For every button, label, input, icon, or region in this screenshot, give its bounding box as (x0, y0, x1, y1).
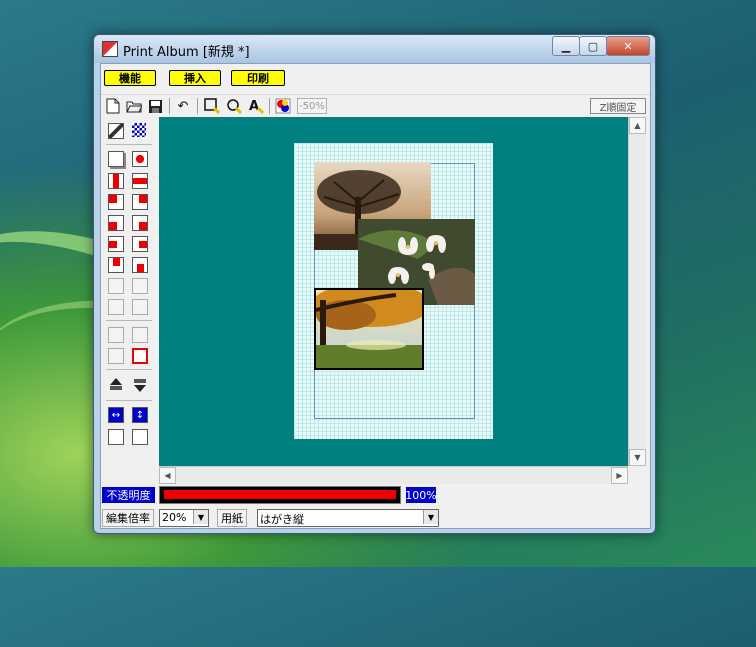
scroll-right-button[interactable]: ▶ (611, 467, 628, 484)
opacity-label: 不透明度 (102, 487, 155, 503)
color-icon[interactable] (274, 97, 292, 115)
menu-print[interactable]: 印刷 (231, 70, 285, 86)
app-window: Print Album [新規 *] ▁ ▢ ✕ 機能 挿入 印刷 ↶ A -5… (93, 34, 656, 534)
text-icon[interactable]: A (247, 97, 265, 115)
save-icon[interactable] (146, 97, 164, 115)
brush-icon[interactable] (108, 123, 124, 139)
zoom-select-value: 20% (162, 511, 187, 524)
close-button[interactable]: ✕ (606, 36, 650, 56)
paper-select-value: はがき縦 (260, 513, 304, 526)
open-folder-icon[interactable] (125, 97, 143, 115)
toolbar-separator (269, 98, 270, 114)
flip-vertical-icon[interactable]: ↕ (132, 407, 148, 423)
z-order-fix-button[interactable]: Z順固定 (590, 98, 646, 114)
scroll-up-button[interactable]: ▲ (629, 117, 646, 134)
title-bar[interactable]: Print Album [新規 *] ▁ ▢ ✕ (94, 35, 655, 63)
split-left-icon[interactable] (108, 429, 124, 445)
postcard-paper[interactable] (294, 143, 493, 439)
photo-autumn-tree[interactable] (314, 288, 424, 370)
align-bottom-icon[interactable] (132, 257, 148, 273)
align-left-icon[interactable] (108, 236, 124, 252)
opacity-slider[interactable] (159, 486, 401, 504)
distribute-top-icon[interactable] (108, 299, 124, 315)
minimize-button[interactable]: ▁ (552, 36, 580, 56)
toolbar-separator (169, 98, 170, 114)
align-vcenter-icon[interactable] (108, 173, 124, 189)
scroll-left-button[interactable]: ◀ (159, 467, 176, 484)
resize-horizontal-icon[interactable] (132, 327, 148, 343)
maximize-button[interactable]: ▢ (579, 36, 607, 56)
bring-forward-icon[interactable] (108, 377, 122, 391)
align-right-icon[interactable] (132, 236, 148, 252)
distribute-right-icon[interactable] (132, 278, 148, 294)
client-area: 機能 挿入 印刷 ↶ A -50% Z順固定 ↔ ↕ ▲ ▼ ◀ ▶ 不透明度 … (100, 63, 651, 529)
left-tool-panel: ↔ ↕ (101, 117, 156, 482)
new-file-icon[interactable] (104, 97, 122, 115)
opacity-slider-fill (164, 490, 396, 499)
send-backward-icon[interactable] (132, 377, 146, 392)
panel-separator (106, 144, 152, 145)
align-top-left-icon[interactable] (108, 194, 124, 210)
flip-horizontal-icon[interactable]: ↔ (108, 407, 124, 423)
frame-center-icon[interactable] (132, 151, 148, 167)
status-row: 編集倍率 20% ▼ 用紙 はがき縦 ▼ (101, 507, 650, 527)
align-hcenter-icon[interactable] (132, 173, 148, 189)
menu-insert[interactable]: 挿入 (169, 70, 221, 86)
undo-icon[interactable]: ↶ (174, 97, 192, 115)
zoom-step-button[interactable]: -50% (297, 98, 327, 114)
toolbar-separator (197, 98, 198, 114)
align-top-right-icon[interactable] (132, 194, 148, 210)
app-icon (102, 41, 118, 57)
vertical-scrollbar[interactable]: ▲ ▼ (628, 117, 646, 466)
panel-separator (106, 369, 152, 370)
rotate-icon[interactable] (225, 97, 243, 115)
menu-bar: 機能 挿入 印刷 (101, 64, 650, 90)
move-icon[interactable] (108, 348, 124, 364)
window-title: Print Album [新規 *] (123, 45, 250, 60)
checker-icon[interactable] (132, 123, 146, 137)
split-right-icon[interactable] (132, 429, 148, 445)
chevron-down-icon[interactable]: ▼ (423, 510, 438, 524)
align-bottom-left-icon[interactable] (108, 215, 124, 231)
zoom-select[interactable]: 20% ▼ (159, 509, 209, 527)
svg-text:A: A (249, 99, 259, 114)
panel-separator (106, 320, 152, 321)
paper-select[interactable]: はがき縦 ▼ (257, 509, 439, 527)
canvas-area[interactable] (159, 117, 628, 466)
distribute-bottom-icon[interactable] (132, 299, 148, 315)
align-top-icon[interactable] (108, 257, 124, 273)
border-frame-icon[interactable] (132, 348, 148, 364)
resize-vertical-icon[interactable] (108, 327, 124, 343)
menu-function[interactable]: 機能 (104, 70, 156, 86)
scroll-down-button[interactable]: ▼ (629, 449, 646, 466)
opacity-value: 100% (405, 487, 437, 503)
zoom-label: 編集倍率 (102, 509, 154, 527)
paper-label: 用紙 (217, 509, 247, 527)
panel-separator (106, 400, 152, 401)
chevron-down-icon[interactable]: ▼ (193, 510, 208, 524)
toolbar: ↶ A -50% Z順固定 (101, 94, 650, 117)
opacity-row: 不透明度 100% (101, 486, 650, 506)
horizontal-scrollbar[interactable]: ◀ ▶ (159, 466, 628, 484)
frame-select-icon[interactable] (203, 97, 221, 115)
frame-normal-icon[interactable] (108, 151, 124, 167)
distribute-left-icon[interactable] (108, 278, 124, 294)
align-bottom-right-icon[interactable] (132, 215, 148, 231)
